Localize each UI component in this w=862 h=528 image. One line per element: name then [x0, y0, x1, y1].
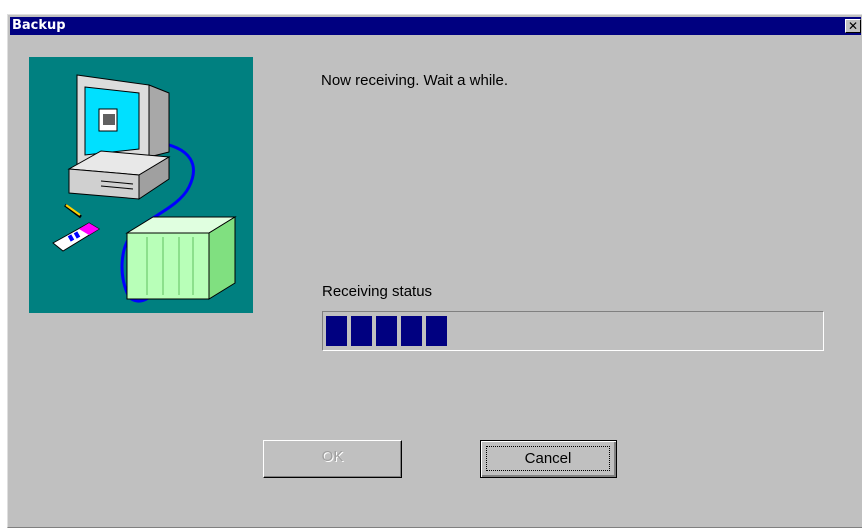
ok-button[interactable]: OK	[263, 440, 402, 478]
progress-track	[326, 316, 820, 346]
progress-block	[351, 316, 372, 346]
computer-to-plc-illustration	[29, 57, 253, 313]
cancel-button[interactable]: Cancel	[480, 440, 617, 478]
progress-block	[426, 316, 447, 346]
window-title: Backup	[12, 18, 66, 33]
receiving-status-label: Receiving status	[322, 283, 433, 300]
cancel-button-label: Cancel	[486, 446, 610, 471]
backup-dialog: Backup ✕ Now receiving. Wait a while. Re…	[7, 14, 862, 528]
receiving-progress-bar	[322, 311, 824, 351]
close-button[interactable]: ✕	[845, 19, 861, 33]
progress-block	[326, 316, 347, 346]
status-message: Now receiving. Wait a while.	[321, 72, 509, 89]
close-icon: ✕	[847, 19, 859, 33]
progress-block	[401, 316, 422, 346]
computer-to-plc-transfer-icon	[52, 74, 237, 303]
title-bar[interactable]: Backup ✕	[10, 17, 861, 35]
progress-block	[376, 316, 397, 346]
